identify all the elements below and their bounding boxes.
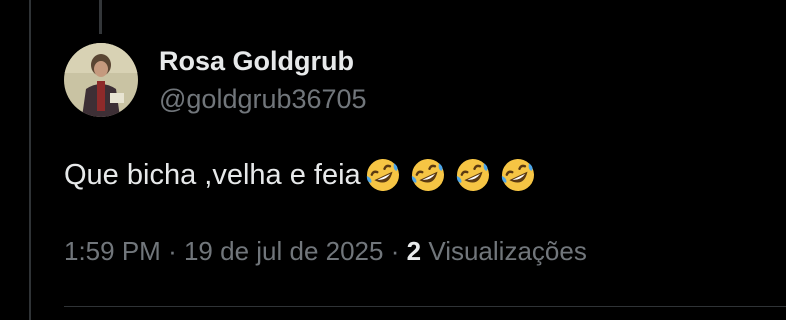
thread-connector-line (99, 0, 102, 34)
rolling-on-floor-laughing-icon (498, 155, 538, 195)
author-name[interactable]: Rosa Goldgrub (159, 46, 354, 77)
rolling-on-floor-laughing-icon (363, 155, 403, 195)
meta-separator: · (390, 236, 400, 266)
tweet-time[interactable]: 1:59 PM (64, 236, 161, 266)
rolling-on-floor-laughing-icon (453, 155, 493, 195)
divider (64, 306, 786, 307)
tweet-date[interactable]: 19 de jul de 2025 (184, 236, 384, 266)
views-label: Visualizações (428, 236, 587, 266)
left-border (29, 0, 31, 320)
tweet-text: Que bicha ,velha e feia (64, 155, 543, 195)
avatar[interactable] (64, 43, 138, 117)
tweet-body: Que bicha ,velha e feia (64, 158, 361, 191)
avatar-photo (64, 43, 138, 117)
author-handle[interactable]: @goldgrub36705 (159, 84, 367, 115)
emoji-group (363, 155, 543, 195)
rolling-on-floor-laughing-icon (408, 155, 448, 195)
meta-separator: · (168, 236, 177, 266)
views-count: 2 (406, 236, 422, 266)
tweet-metadata: 1:59 PM · 19 de jul de 2025 · 2 Visualiz… (64, 236, 587, 267)
